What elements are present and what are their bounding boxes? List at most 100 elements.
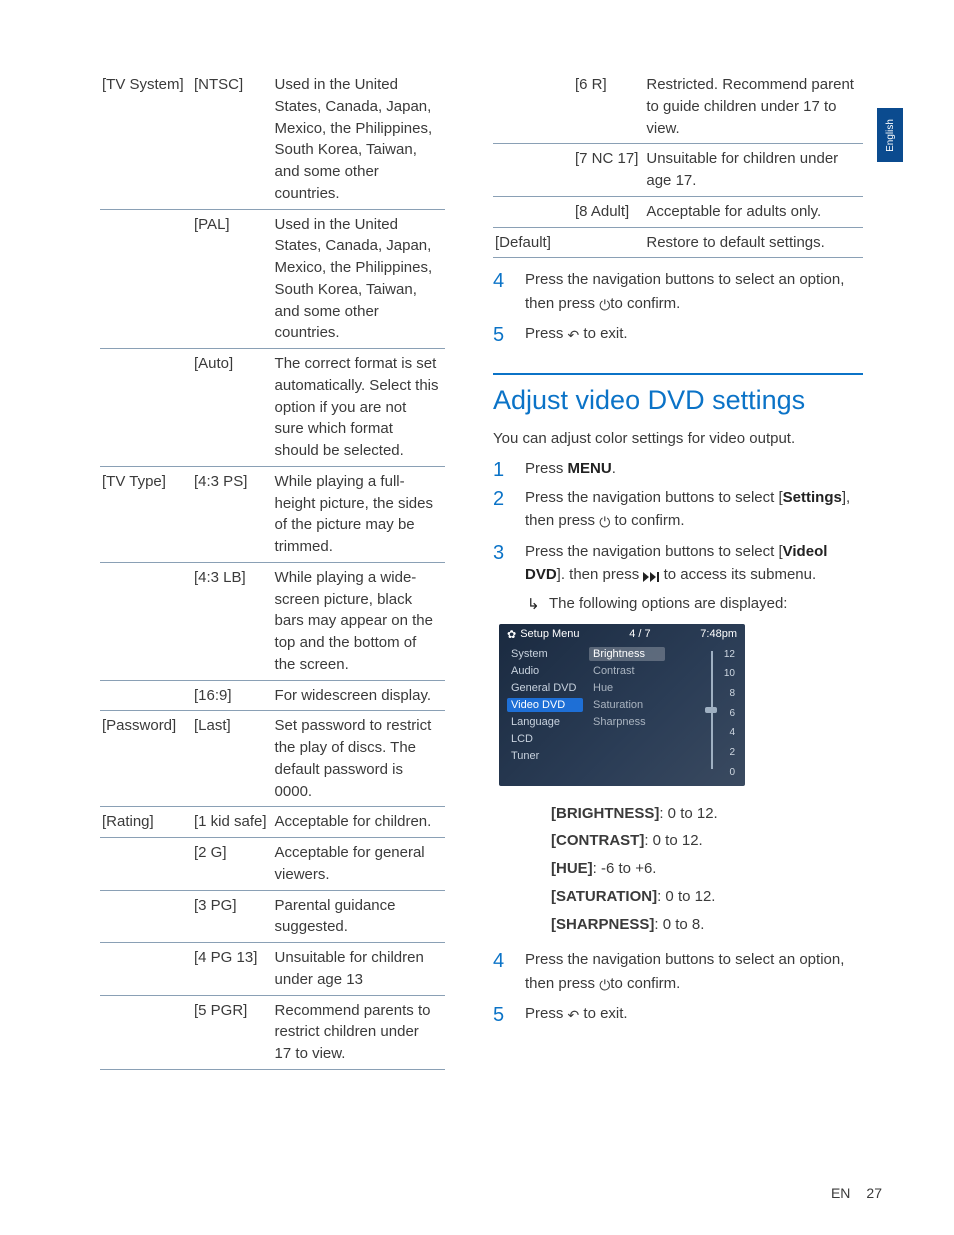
gear-icon: ✿: [507, 628, 516, 641]
step-4b: 4 Press the navigation buttons to select…: [493, 948, 863, 996]
table-cell: Restore to default settings.: [644, 227, 863, 258]
table-cell: Restricted. Recommend parent to guide ch…: [644, 70, 863, 144]
table-cell: Parental guidance suggested.: [273, 890, 445, 943]
table-cell: [100, 562, 192, 680]
fast-forward-icon: [643, 565, 659, 588]
video-option-item: [HUE]: -6 to +6.: [551, 855, 863, 883]
table-cell: Unsuitable for children under age 13: [273, 943, 445, 996]
table-cell: [100, 838, 192, 891]
table-row: [4 PG 13]Unsuitable for children under a…: [100, 943, 445, 996]
table-cell: [NTSC]: [192, 70, 273, 209]
table-row: [2 G]Acceptable for general viewers.: [100, 838, 445, 891]
back-icon: ↶: [568, 325, 580, 347]
table-cell: [493, 70, 573, 144]
table-cell: [493, 196, 573, 227]
steps-list-b: 1 Press MENU. 2 Press the navigation but…: [493, 457, 863, 589]
mock-menu-item: General DVD: [507, 681, 583, 695]
table-row: [4:3 LB]While playing a wide-screen pict…: [100, 562, 445, 680]
mock-scale-tick: 6: [729, 708, 735, 719]
video-option-list: [BRIGHTNESS]: 0 to 12.[CONTRAST]: 0 to 1…: [493, 800, 863, 939]
table-cell: [4:3 PS]: [192, 466, 273, 562]
mock-menu-item: Language: [507, 715, 583, 729]
table-row: [3 PG]Parental guidance suggested.: [100, 890, 445, 943]
table-row: [Auto]The correct format is set automati…: [100, 349, 445, 467]
step-2: 2 Press the navigation buttons to select…: [493, 486, 863, 534]
table-cell: [100, 995, 192, 1069]
table-cell: [8 Adult]: [573, 196, 644, 227]
table-cell: For widescreen display.: [273, 680, 445, 711]
step-5b: 5 Press ↶ to exit.: [493, 1002, 863, 1027]
table-cell: Used in the United States, Canada, Japan…: [273, 209, 445, 349]
table-cell: Used in the United States, Canada, Japan…: [273, 70, 445, 209]
table-cell: [100, 209, 192, 349]
table-cell: [4:3 LB]: [192, 562, 273, 680]
power-icon: ⏻: [599, 295, 610, 317]
table-row: [7 NC 17]Unsuitable for children under a…: [493, 144, 863, 197]
mock-submenu-item: Contrast: [589, 664, 665, 678]
table-cell: [100, 890, 192, 943]
mock-menu-item: Video DVD: [507, 698, 583, 712]
back-icon: ↶: [568, 1005, 580, 1027]
mock-scale-tick: 2: [729, 747, 735, 758]
table-cell: [7 NC 17]: [573, 144, 644, 197]
table-cell: [2 G]: [192, 838, 273, 891]
table-row: [6 R]Restricted. Recommend parent to gui…: [493, 70, 863, 144]
power-icon: ⏻: [599, 975, 610, 997]
table-cell: [4 PG 13]: [192, 943, 273, 996]
table-cell: [6 R]: [573, 70, 644, 144]
table-row: [Rating][1 kid safe]Acceptable for child…: [100, 807, 445, 838]
table-cell: [100, 943, 192, 996]
left-options-table: [TV System][NTSC]Used in the United Stat…: [100, 70, 445, 1070]
mock-scale-tick: 12: [724, 649, 735, 660]
table-cell: Acceptable for children.: [273, 807, 445, 838]
step-5: 5 Press ↶ to exit.: [493, 322, 863, 347]
table-cell: [493, 144, 573, 197]
mock-pager: 4 / 7: [580, 628, 701, 640]
steps-list-a: 4 Press the navigation buttons to select…: [493, 268, 863, 347]
video-option-item: [BRIGHTNESS]: 0 to 12.: [551, 800, 863, 828]
mock-menu-item: Tuner: [507, 749, 583, 763]
table-cell: [Last]: [192, 711, 273, 807]
table-cell: [Default]: [493, 227, 573, 258]
mock-submenu-item: Hue: [589, 681, 665, 695]
table-row: [PAL]Used in the United States, Canada, …: [100, 209, 445, 349]
table-cell: While playing a wide-screen picture, bla…: [273, 562, 445, 680]
table-cell: Acceptable for adults only.: [644, 196, 863, 227]
table-cell: [Rating]: [100, 807, 192, 838]
mock-menu-item: Audio: [507, 664, 583, 678]
steps-list-c: 4 Press the navigation buttons to select…: [493, 948, 863, 1027]
table-cell: Unsuitable for children under age 17.: [644, 144, 863, 197]
table-row: [Default] Restore to default settings.: [493, 227, 863, 258]
mock-submenu-item: Brightness: [589, 647, 665, 661]
power-icon: ⏻: [599, 512, 610, 534]
mock-submenu-item: Saturation: [589, 698, 665, 712]
table-cell: [3 PG]: [192, 890, 273, 943]
setup-menu-screenshot: ✿ Setup Menu 4 / 7 7:48pm SystemAudioGen…: [499, 624, 745, 786]
mock-time: 7:48pm: [700, 628, 737, 640]
step-4: 4 Press the navigation buttons to select…: [493, 268, 863, 316]
table-row: [5 PGR]Recommend parents to restrict chi…: [100, 995, 445, 1069]
table-cell: While playing a full-height picture, the…: [273, 466, 445, 562]
table-cell: [TV System]: [100, 70, 192, 209]
table-cell: Acceptable for general viewers.: [273, 838, 445, 891]
table-row: [16:9]For widescreen display.: [100, 680, 445, 711]
mock-scale-tick: 4: [729, 727, 735, 738]
table-cell: Recommend parents to restrict children u…: [273, 995, 445, 1069]
table-cell: [TV Type]: [100, 466, 192, 562]
table-cell: [5 PGR]: [192, 995, 273, 1069]
video-option-item: [SATURATION]: 0 to 12.: [551, 883, 863, 911]
table-row: [Password][Last]Set password to restrict…: [100, 711, 445, 807]
table-cell: [Password]: [100, 711, 192, 807]
section-heading: Adjust video DVD settings: [493, 373, 863, 416]
table-row: [TV System][NTSC]Used in the United Stat…: [100, 70, 445, 209]
table-cell: [100, 680, 192, 711]
mock-scale-knob: [705, 707, 717, 713]
language-tab: English: [877, 108, 903, 162]
right-options-table: [6 R]Restricted. Recommend parent to gui…: [493, 70, 863, 258]
mock-menu-item: System: [507, 647, 583, 661]
page-footer: EN27: [831, 1185, 882, 1201]
table-cell: [1 kid safe]: [192, 807, 273, 838]
table-cell: [16:9]: [192, 680, 273, 711]
table-cell: [573, 227, 644, 258]
table-cell: [100, 349, 192, 467]
